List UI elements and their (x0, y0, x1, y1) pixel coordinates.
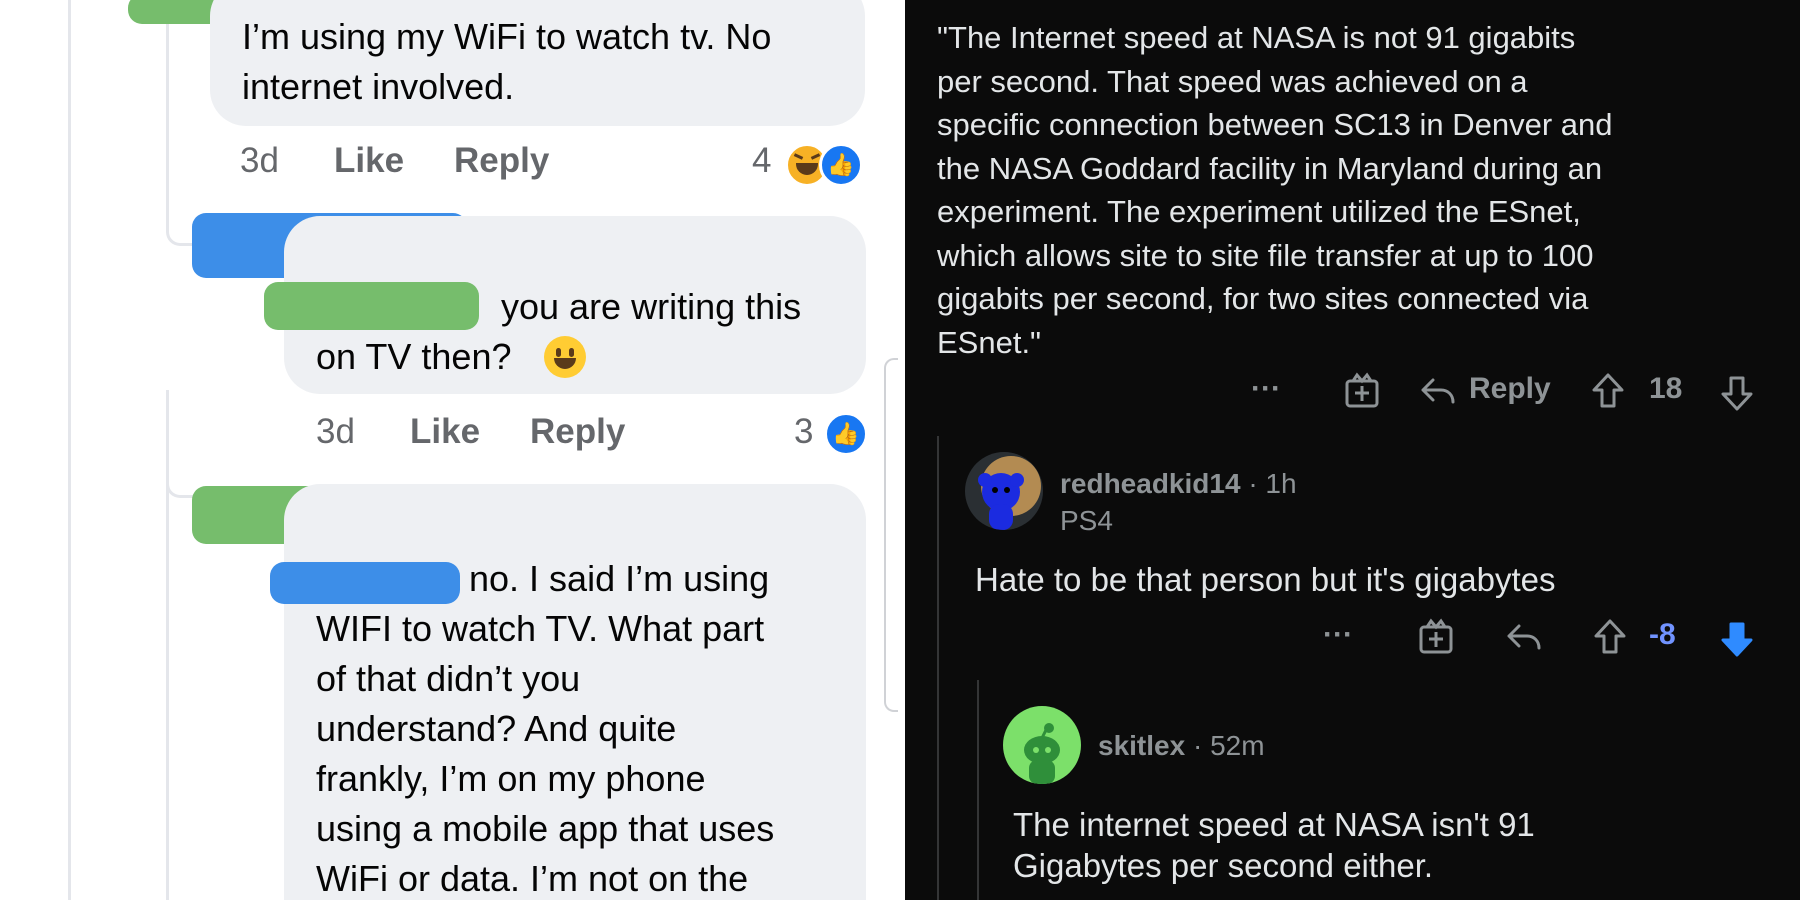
facebook-comments-panel: I’m using my WiFi to watch tv. No intern… (0, 0, 905, 900)
award-icon[interactable] (1343, 372, 1381, 410)
comment-time: 3d (240, 141, 279, 180)
vote-score: -8 (1649, 618, 1676, 651)
comment-text: The internet speed at NASA isn't 91 (1013, 806, 1535, 843)
comment-text: no. I said I’m using (469, 558, 770, 599)
reaction-count[interactable]: 3 (794, 412, 813, 452)
thread-line (937, 436, 939, 900)
quote-line: "The Internet speed at NASA is not 91 gi… (937, 20, 1576, 55)
comment-text: Gigabytes per second either. (1013, 847, 1434, 884)
award-icon[interactable] (1417, 618, 1455, 656)
comment-text: using a mobile app that uses (316, 808, 775, 849)
avatar[interactable] (965, 452, 1043, 530)
comment-bubble: I’m using my WiFi to watch tv. No intern… (210, 0, 865, 126)
more-options-button[interactable]: ··· (1251, 372, 1281, 406)
like-button[interactable]: Like (410, 412, 480, 452)
upvote-icon[interactable] (1593, 618, 1627, 656)
reaction-count[interactable]: 4 (752, 141, 771, 181)
username-text[interactable]: skitlex (1098, 730, 1185, 761)
quote-line: per second. That speed was achieved on a (937, 63, 1528, 99)
downvote-icon[interactable] (1720, 374, 1754, 412)
comment-bubble: you are writing this on TV then? (264, 216, 866, 394)
reddit-comments-panel: "The Internet speed at NASA is not 91 gi… (905, 0, 1800, 900)
comment-actions: 3d Like Reply (240, 141, 840, 185)
quote-line: ESnet." (937, 324, 1042, 360)
comment-text: understand? And quite (316, 708, 677, 749)
quote-line: specific connection between SC13 in Denv… (937, 107, 1613, 142)
comment-text: frankly, I’m on my phone (316, 758, 706, 799)
reply-button[interactable]: Reply (1469, 372, 1551, 406)
thread-line (977, 680, 979, 900)
upvote-icon[interactable] (1591, 372, 1625, 410)
comment-text: I’m using my WiFi to watch tv. No (242, 16, 772, 57)
quote-line: experiment. The experiment utilized the … (937, 194, 1581, 229)
like-button[interactable]: Like (334, 141, 404, 181)
reply-button[interactable]: Reply (530, 412, 625, 452)
user-flair: PS4 (1060, 505, 1113, 536)
reply-connector (166, 425, 201, 498)
comment-text: WIFI to watch TV. What part (316, 608, 765, 649)
quote-line: gigabits per second, for two sites conne… (937, 281, 1589, 316)
comment-actions: 3d Like Reply (316, 412, 836, 456)
comment-time: 1h (1265, 468, 1297, 499)
quoted-comment-text: "The Internet speed at NASA is not 91 gi… (937, 16, 1777, 364)
downvote-icon[interactable] (1720, 620, 1754, 658)
username-text[interactable]: redheadkid14 (1060, 468, 1241, 499)
reply-icon[interactable] (1419, 374, 1457, 408)
separator: · (1192, 730, 1203, 761)
like-reaction-icon: 👍 (819, 143, 863, 187)
reply-button[interactable]: Reply (454, 141, 549, 181)
avatar[interactable] (1003, 706, 1081, 784)
comment-text: internet involved. (242, 66, 515, 107)
more-options-button[interactable]: ··· (1323, 618, 1353, 652)
comment-bubble: no. I said I’m using WIFI to watch TV. W… (270, 484, 866, 900)
redacted-mention (264, 282, 479, 330)
username[interactable]: redheadkid14 · 1h (1060, 468, 1297, 500)
comment-text: of that didn’t you (316, 658, 581, 699)
comment-text: you are writing this (501, 286, 802, 327)
quote-line: the NASA Goddard facility in Maryland du… (937, 150, 1603, 186)
reply-icon[interactable] (1505, 620, 1543, 654)
like-reaction-icon: 👍 (824, 412, 868, 456)
quote-line: which allows site to site file transfer … (937, 237, 1594, 273)
redacted-mention (270, 562, 460, 604)
comment-text: WiFi or data. I’m not on the (316, 858, 749, 899)
scrollbar[interactable] (884, 358, 898, 712)
thread-line (68, 0, 71, 900)
comment-time: 52m (1210, 730, 1265, 761)
comment-time: 3d (316, 412, 355, 451)
smiley-emoji-icon (544, 336, 586, 378)
username[interactable]: skitlex · 52m (1098, 730, 1265, 762)
separator: · (1248, 468, 1258, 499)
comment-text: on TV then? (316, 336, 512, 377)
vote-score: 18 (1649, 372, 1683, 405)
comment-text: Hate to be that person but it's gigabyte… (975, 561, 1556, 598)
